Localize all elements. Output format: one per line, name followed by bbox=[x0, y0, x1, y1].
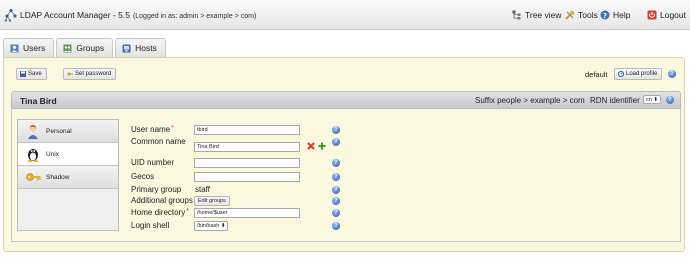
module-sidebar: Personal Unix Shadow bbox=[17, 119, 119, 231]
login-shell-select[interactable]: /bin/bash ⬍ bbox=[194, 221, 229, 231]
account-edit-panel: Save Set password default Load profile ?… bbox=[3, 57, 685, 252]
help-label: Help bbox=[613, 10, 631, 20]
app-title: LDAP Account Manager - 5.5 (Logged in as:… bbox=[20, 10, 256, 20]
app-name: LDAP Account Manager - 5.5 bbox=[20, 10, 130, 20]
tab-users-label: Users bbox=[23, 43, 46, 53]
help-icon: ? bbox=[600, 10, 610, 20]
required-marker: * bbox=[171, 125, 174, 132]
rdn-label: RDN identifier bbox=[590, 96, 640, 105]
primary-group-label: Primary group bbox=[131, 185, 182, 194]
user-name-label: User name* bbox=[131, 125, 174, 134]
svg-text:?: ? bbox=[603, 12, 607, 20]
personal-icon bbox=[28, 124, 38, 139]
module-personal[interactable]: Personal bbox=[18, 120, 118, 143]
required-marker: * bbox=[186, 208, 189, 215]
suffix-value: people > example > com bbox=[497, 96, 585, 105]
tree-view-icon bbox=[512, 10, 521, 20]
set-password-button[interactable]: Set password bbox=[63, 68, 117, 80]
help-link[interactable]: ? Help bbox=[600, 10, 630, 20]
tree-view-link[interactable]: Tree view bbox=[512, 10, 562, 20]
tab-hosts[interactable]: Hosts bbox=[115, 38, 166, 57]
top-bar: LDAP Account Manager - 5.5 (Logged in as:… bbox=[0, 0, 690, 30]
tools-link[interactable]: Tools bbox=[565, 10, 598, 20]
profile-name: default bbox=[585, 70, 608, 79]
rdn-select[interactable]: cn ⬍ bbox=[643, 95, 661, 104]
common-name-help-icon[interactable]: ? bbox=[332, 138, 340, 146]
remove-icon[interactable] bbox=[307, 142, 315, 150]
suffix-label: Suffix bbox=[475, 96, 495, 105]
home-directory-label: Home directory* bbox=[131, 208, 189, 217]
hosts-icon bbox=[122, 44, 131, 52]
tab-groups[interactable]: Groups bbox=[56, 38, 114, 57]
set-password-label: Set password bbox=[75, 71, 112, 77]
primary-group-help-icon[interactable]: ? bbox=[332, 186, 340, 194]
tools-label: Tools bbox=[578, 10, 598, 20]
rdn-value: cn bbox=[646, 97, 652, 103]
users-icon bbox=[10, 44, 19, 52]
rdn-help-icon[interactable]: ? bbox=[666, 96, 674, 104]
key-icon bbox=[26, 173, 41, 181]
uid-number-help-icon[interactable]: ? bbox=[332, 159, 340, 167]
edit-groups-button[interactable]: Edit groups bbox=[194, 196, 230, 206]
module-shadow[interactable]: Shadow bbox=[18, 166, 118, 189]
gecos-field[interactable] bbox=[194, 172, 300, 182]
home-directory-label-text: Home directory bbox=[131, 208, 186, 217]
login-shell-help-icon[interactable]: ? bbox=[332, 222, 340, 230]
tree-view-label: Tree view bbox=[525, 10, 562, 20]
account-content: Personal Unix Shadow User name* tbird ? … bbox=[11, 109, 681, 242]
tab-users[interactable]: Users bbox=[3, 38, 55, 57]
gecos-label: Gecos bbox=[131, 172, 155, 181]
login-shell-label: Login shell bbox=[131, 221, 170, 230]
tab-groups-label: Groups bbox=[76, 43, 105, 53]
load-profile-label: Load profile bbox=[626, 71, 658, 77]
save-icon bbox=[20, 71, 26, 77]
primary-group-value: staff bbox=[195, 185, 210, 194]
account-title: Tina Bird bbox=[20, 96, 57, 106]
home-directory-help-icon[interactable]: ? bbox=[332, 209, 340, 217]
login-shell-value: /bin/bash bbox=[197, 223, 220, 229]
additional-groups-label: Additional groups bbox=[131, 196, 193, 205]
user-name-help-icon[interactable]: ? bbox=[332, 126, 340, 134]
uid-number-field[interactable] bbox=[194, 158, 300, 168]
logout-label: Logout bbox=[660, 10, 686, 20]
load-profile-icon bbox=[618, 71, 624, 77]
save-button[interactable]: Save bbox=[16, 68, 47, 80]
additional-groups-help-icon[interactable]: ? bbox=[332, 197, 340, 205]
user-name-field[interactable]: tbird bbox=[194, 125, 300, 135]
common-name-field[interactable]: Tina Bird bbox=[194, 142, 300, 152]
module-unix[interactable]: Unix bbox=[18, 143, 118, 166]
key-small-icon bbox=[67, 72, 73, 76]
tools-icon bbox=[565, 10, 575, 20]
module-personal-label: Personal bbox=[46, 127, 72, 135]
profile-help-icon[interactable]: ? bbox=[668, 70, 676, 78]
logout-link[interactable]: Logout bbox=[647, 10, 686, 20]
gecos-help-icon[interactable]: ? bbox=[332, 173, 340, 181]
common-name-label: Common name bbox=[131, 137, 186, 146]
tux-icon bbox=[27, 149, 39, 162]
account-header: Tina Bird Suffix people > example > com … bbox=[11, 91, 681, 109]
home-directory-field[interactable]: /home/$user bbox=[194, 208, 300, 218]
module-shadow-label: Shadow bbox=[46, 173, 70, 181]
login-info: (Logged in as: admin > example > com) bbox=[132, 13, 257, 20]
tab-bar: Users Groups Hosts bbox=[3, 38, 168, 57]
module-unix-label: Unix bbox=[46, 150, 60, 158]
groups-icon bbox=[63, 44, 72, 52]
tab-hosts-label: Hosts bbox=[135, 43, 157, 53]
add-icon[interactable] bbox=[318, 142, 326, 150]
user-name-label-text: User name bbox=[131, 125, 171, 134]
lam-logo-icon bbox=[4, 8, 17, 22]
logout-icon bbox=[647, 10, 657, 20]
save-label: Save bbox=[28, 71, 42, 77]
suffix-field: Suffix people > example > com bbox=[475, 96, 585, 105]
uid-number-label: UID number bbox=[131, 158, 175, 167]
load-profile-button[interactable]: Load profile bbox=[614, 68, 663, 80]
